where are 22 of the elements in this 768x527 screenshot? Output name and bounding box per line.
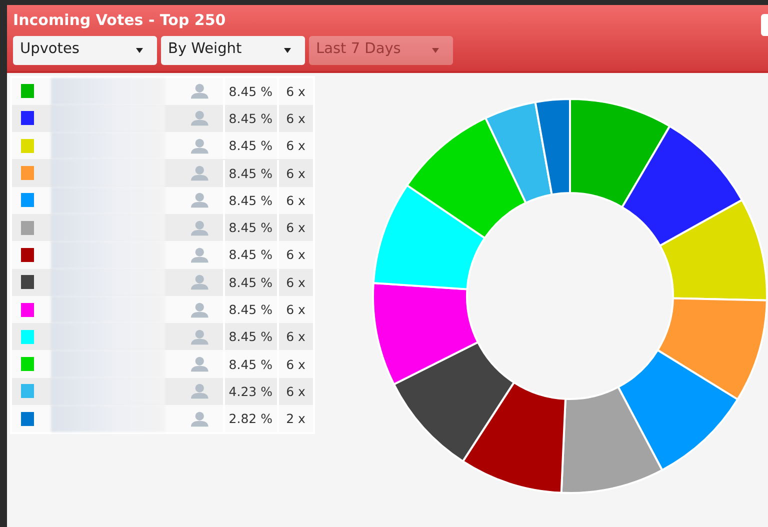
user-icon xyxy=(191,220,209,236)
user-icon xyxy=(191,246,209,263)
user-icon xyxy=(191,410,209,427)
user-icon xyxy=(191,274,209,290)
user-icon xyxy=(191,356,209,372)
user-icon xyxy=(191,83,209,100)
user-icon xyxy=(191,302,209,318)
filter-dropdown[interactable]: By Weight xyxy=(161,36,305,64)
user-icon xyxy=(191,165,209,182)
user-icon xyxy=(191,110,209,126)
user-icon xyxy=(191,192,209,208)
caret-icon xyxy=(136,48,143,52)
header-button[interactable] xyxy=(761,14,768,36)
panel-title: Incoming Votes - Top 250 xyxy=(13,10,226,30)
user-icon xyxy=(191,383,209,400)
caret-icon xyxy=(284,48,291,52)
share-cell: 2.82 % xyxy=(222,405,276,432)
user-icon xyxy=(191,328,209,345)
count-cell: 2 x xyxy=(276,405,313,432)
caret-icon xyxy=(432,48,439,52)
filter-dropdown[interactable]: Upvotes xyxy=(13,36,157,64)
user-icon xyxy=(191,138,209,154)
